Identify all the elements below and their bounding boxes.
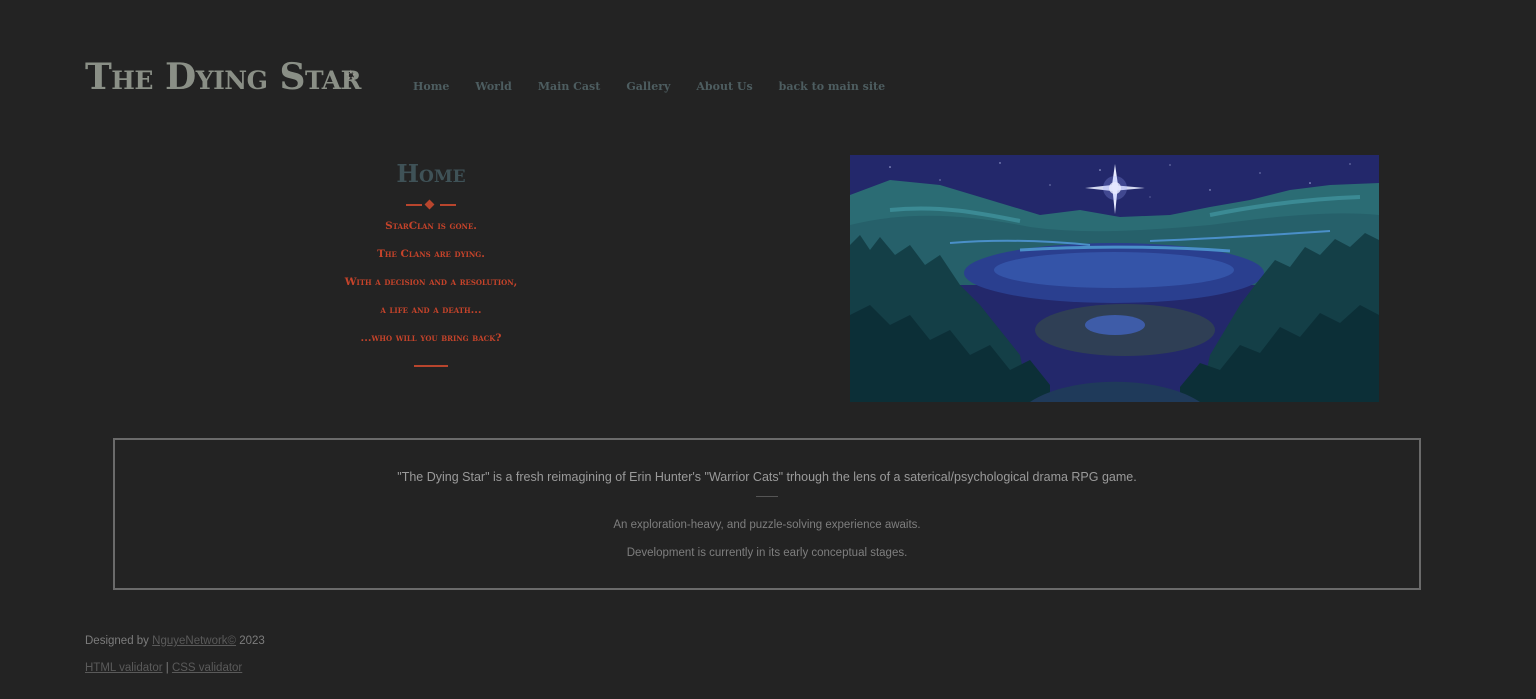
verse-line: The Clans are dying.	[377, 248, 485, 260]
about-line: An exploration-heavy, and puzzle-solving…	[613, 519, 921, 531]
verse-line: ...who will you bring back?	[360, 332, 502, 344]
section-divider	[414, 365, 448, 367]
copyright-year: 2023	[239, 635, 265, 647]
diamond-icon	[424, 199, 435, 210]
main-nav: Home World Main Cast Gallery About Us ba…	[413, 79, 911, 95]
link-separator: |	[165, 662, 169, 674]
nav-about-us[interactable]: About Us	[696, 79, 752, 95]
star-icon: ✫	[345, 68, 357, 84]
about-description: "The Dying Star" is a fresh reimagining …	[397, 470, 1137, 484]
html-validator-link[interactable]: HTML validator	[85, 662, 163, 674]
nav-gallery[interactable]: Gallery	[626, 79, 670, 95]
page-title: Home	[396, 159, 466, 188]
designed-by-label: Designed by	[85, 635, 149, 647]
site-title[interactable]: The Dying Star	[85, 55, 361, 99]
footer: Designed by NguyeNetwork© 2023 HTML vali…	[85, 632, 265, 677]
css-validator-link[interactable]: CSS validator	[172, 662, 242, 674]
verse-line: StarClan is gone.	[385, 220, 477, 232]
author-link[interactable]: NguyeNetwork©	[152, 635, 236, 647]
nav-world[interactable]: World	[475, 79, 511, 95]
nav-home[interactable]: Home	[413, 79, 449, 95]
site-header: The Dying Star ✫ Home World Main Cast Ga…	[85, 55, 985, 105]
intro-section: Home StarClan is gone. The Clans are dyi…	[300, 158, 562, 367]
hero-image	[850, 155, 1379, 402]
verse-line: a life and a death...	[380, 304, 482, 316]
ornament-divider	[300, 199, 562, 211]
nav-main-cast[interactable]: Main Cast	[538, 79, 600, 95]
landscape-illustration	[850, 155, 1379, 402]
verse-line: With a decision and a resolution,	[344, 276, 518, 288]
about-box: "The Dying Star" is a fresh reimagining …	[113, 438, 1421, 590]
validator-links: HTML validator | CSS validator	[85, 659, 265, 677]
verse-list: StarClan is gone. The Clans are dying. W…	[300, 212, 562, 352]
nav-back-to-main-site[interactable]: back to main site	[779, 79, 885, 95]
about-divider	[756, 496, 778, 497]
about-line: Development is currently in its early co…	[626, 547, 908, 559]
footer-credit: Designed by NguyeNetwork© 2023	[85, 632, 265, 650]
